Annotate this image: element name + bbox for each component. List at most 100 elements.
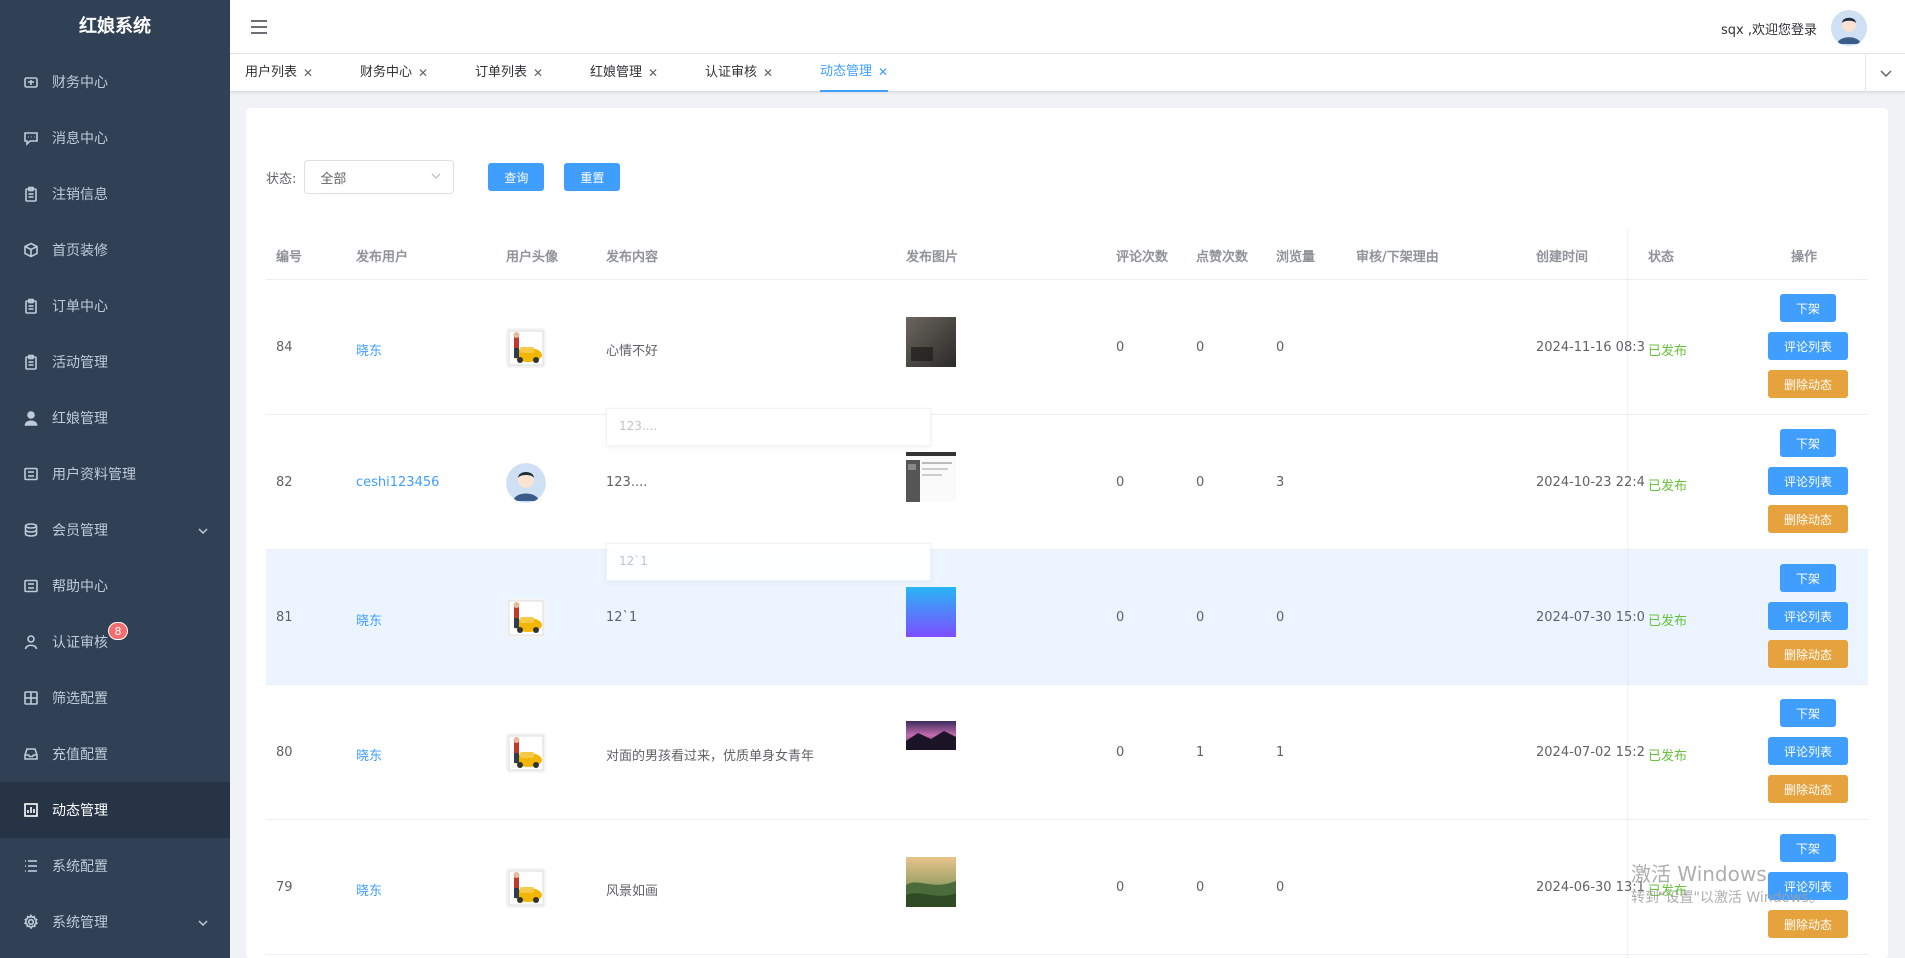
tab-item[interactable]: 订单列表 ✕ — [475, 54, 543, 92]
gear-icon — [22, 913, 40, 931]
post-image[interactable] — [906, 857, 956, 907]
sidebar-item[interactable]: 红娘管理 — [0, 390, 230, 446]
sidebar-item[interactable]: 注销信息 — [0, 166, 230, 222]
comment-list-button[interactable]: 评论列表 — [1768, 332, 1848, 360]
column-header: 审核/下架理由 — [1356, 250, 1439, 265]
tab-label: 动态管理 — [820, 64, 873, 79]
tab-item[interactable]: 用户列表 ✕ — [245, 54, 313, 92]
sidebar-item[interactable]: 财务中心 — [0, 54, 230, 110]
sidebar-item[interactable]: 充值配置 — [0, 726, 230, 782]
sidebar-item-label: 财务中心 — [52, 75, 108, 91]
created-time: 2024-07-02 15:2 — [1536, 745, 1645, 760]
sidebar-item[interactable]: 帮助中心 — [0, 558, 230, 614]
content-tooltip: 123.... — [606, 408, 931, 446]
fixed-column-divider — [1627, 228, 1629, 958]
post-image[interactable] — [906, 587, 956, 637]
status-select[interactable]: 全部 — [304, 160, 455, 194]
take-down-button[interactable]: 下架 — [1780, 294, 1836, 322]
sidebar-item[interactable]: 系统配置 — [0, 838, 230, 894]
sidebar-item-label: 注销信息 — [52, 187, 108, 203]
tab-item[interactable]: 动态管理 ✕ — [820, 54, 889, 92]
view-count: 0 — [1276, 340, 1285, 355]
publisher-link[interactable]: 晓东 — [356, 880, 382, 899]
user-avatar[interactable] — [1831, 10, 1867, 46]
delete-post-button[interactable]: 删除动态 — [1768, 370, 1848, 398]
delete-post-button[interactable]: 删除动态 — [1768, 775, 1848, 803]
take-down-button[interactable]: 下架 — [1780, 699, 1836, 727]
wallet-icon — [22, 73, 40, 91]
post-image[interactable] — [906, 317, 956, 367]
sidebar-item[interactable]: 认证审核 8 — [0, 614, 230, 670]
close-icon[interactable]: ✕ — [878, 54, 888, 90]
take-down-button[interactable]: 下架 — [1780, 564, 1836, 592]
user-avatar — [506, 733, 546, 773]
sidebar-item[interactable]: 动态管理 — [0, 782, 230, 838]
query-button[interactable]: 查询 — [488, 163, 545, 191]
tab-label: 红娘管理 — [590, 65, 643, 80]
comment-list-button[interactable]: 评论列表 — [1768, 467, 1848, 495]
clipboard-icon — [22, 353, 40, 371]
close-icon[interactable]: ✕ — [303, 55, 313, 91]
status-badge: 已发布 — [1648, 614, 1688, 629]
filter-bar: 状态: 全部 查询 重置 — [266, 160, 621, 194]
comment-list-button[interactable]: 评论列表 — [1768, 602, 1848, 630]
post-content: 风景如画 — [606, 884, 659, 899]
message-icon — [22, 129, 40, 147]
windows-activation-watermark: 激活 Windows 转到"设置"以激活 Windows。 — [1631, 858, 1823, 907]
close-icon[interactable]: ✕ — [763, 55, 773, 91]
post-image[interactable] — [906, 452, 956, 502]
app-logo-title: 红娘系统 — [79, 16, 151, 37]
sidebar: 红娘系统 财务中心消息中心注销信息首页装修订单中心 活动管理 红娘管理 用户资料管理会… — [0, 0, 230, 958]
comment-list-button[interactable]: 评论列表 — [1768, 737, 1848, 765]
sidebar-item-label: 认证审核 — [52, 635, 108, 651]
watermark-line-1: 激活 Windows — [1631, 862, 1767, 886]
sidebar-item-label: 系统配置 — [52, 859, 108, 875]
publisher-link[interactable]: 晓东 — [356, 340, 382, 359]
post-id: 84 — [276, 340, 293, 355]
sidebar-item[interactable]: 活动管理 — [0, 334, 230, 390]
close-icon[interactable]: ✕ — [418, 55, 428, 91]
chevron-down-icon — [198, 524, 208, 535]
view-count: 3 — [1276, 475, 1285, 490]
publisher-link[interactable]: 晓东 — [356, 745, 382, 764]
close-icon[interactable]: ✕ — [533, 55, 543, 91]
user-avatar — [506, 463, 546, 503]
post-id: 81 — [276, 610, 293, 625]
delete-post-button[interactable]: 删除动态 — [1768, 640, 1848, 668]
comment-count: 0 — [1116, 475, 1125, 490]
sidebar-item[interactable]: 订单中心 — [0, 278, 230, 334]
hamburger-icon[interactable] — [250, 18, 268, 36]
sidebar-item[interactable]: 首页装修 — [0, 222, 230, 278]
row-actions: 下架评论列表删除动态 — [1766, 564, 1850, 668]
column-header: 评论次数 — [1116, 250, 1169, 265]
sidebar-item[interactable]: 筛选配置 — [0, 670, 230, 726]
tab-item[interactable]: 认证审核 ✕ — [705, 54, 773, 92]
sidebar-item[interactable]: 用户资料管理 — [0, 446, 230, 502]
chart-icon — [22, 801, 40, 819]
publisher-link[interactable]: ceshi123456 — [356, 475, 439, 490]
status-badge: 已发布 — [1648, 749, 1688, 764]
delete-post-button[interactable]: 删除动态 — [1768, 505, 1848, 533]
sidebar-item-label: 消息中心 — [52, 131, 108, 147]
view-count: 0 — [1276, 880, 1285, 895]
tab-item[interactable]: 财务中心 ✕ — [360, 54, 428, 92]
post-image[interactable] — [906, 721, 956, 750]
cube-icon — [22, 241, 40, 259]
reset-button[interactable]: 重置 — [564, 163, 621, 191]
delete-post-button[interactable]: 删除动态 — [1768, 910, 1848, 938]
tab-item[interactable]: 红娘管理 ✕ — [590, 54, 658, 92]
sidebar-item[interactable]: 消息中心 — [0, 110, 230, 166]
close-icon[interactable]: ✕ — [648, 55, 658, 91]
comment-count: 0 — [1116, 745, 1125, 760]
publisher-link[interactable]: 晓东 — [356, 610, 382, 629]
sidebar-item-label: 首页装修 — [52, 243, 108, 259]
status-badge: 已发布 — [1648, 479, 1688, 494]
sidebar-item[interactable]: 会员管理 — [0, 502, 230, 558]
database-icon — [22, 521, 40, 539]
take-down-button[interactable]: 下架 — [1780, 429, 1836, 457]
column-header: 发布用户 — [356, 250, 409, 265]
sidebar-item[interactable]: 系统管理 — [0, 894, 230, 950]
chevron-down-icon[interactable] — [1865, 54, 1905, 92]
view-count: 0 — [1276, 610, 1285, 625]
watermark-line-2: 转到"设置"以激活 Windows。 — [1631, 890, 1823, 906]
